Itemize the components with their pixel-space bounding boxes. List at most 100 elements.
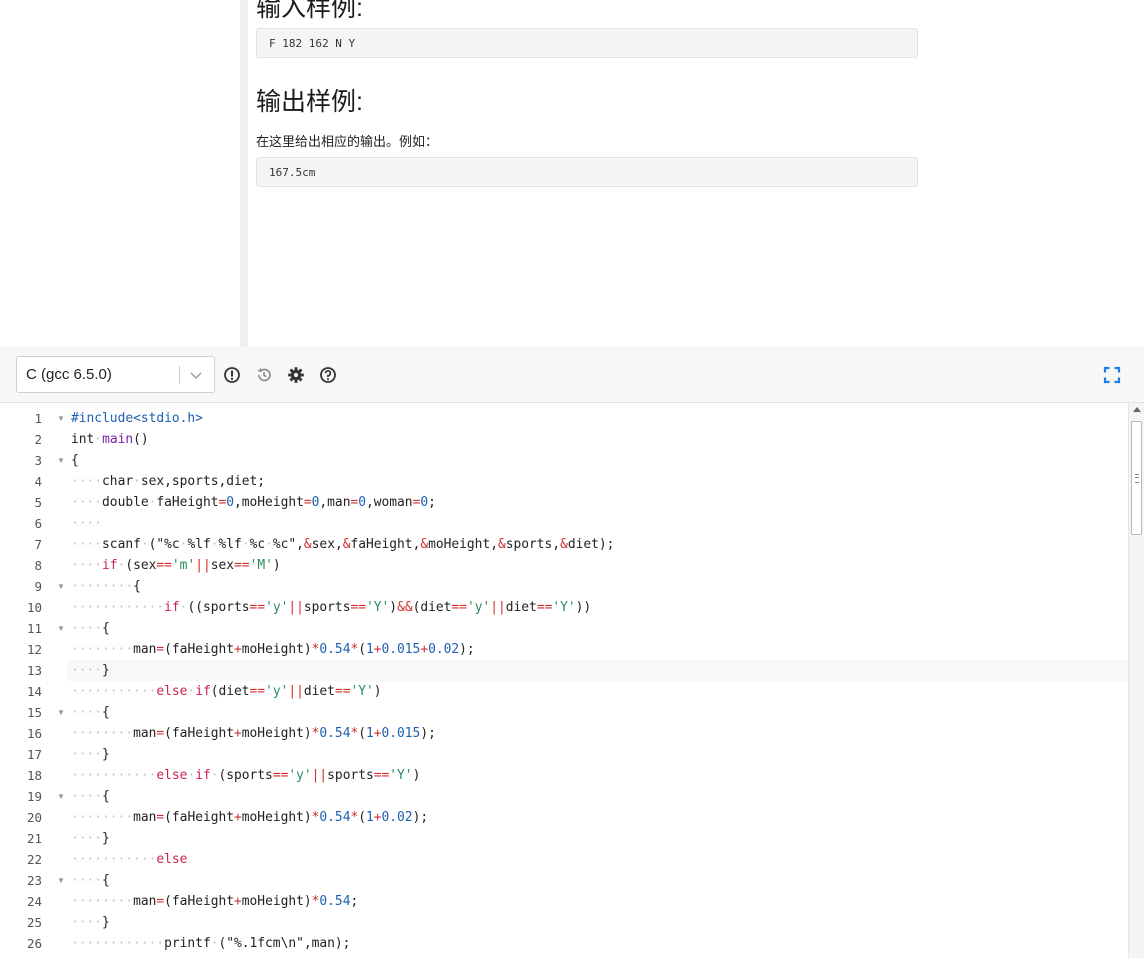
line-number: 4 <box>34 474 42 489</box>
code-text: ····{ <box>71 789 110 804</box>
gear-icon[interactable] <box>287 366 305 384</box>
fold-arrow-icon[interactable]: ▼ <box>57 870 65 891</box>
code-text: ············printf·("%.1fcm\n",man); <box>71 936 351 951</box>
line-number: 10 <box>26 600 42 615</box>
help-icon[interactable] <box>319 366 337 384</box>
code-editor[interactable]: 1 ▼ #include<stdio.h> 2 int·main() 3 ▼ {4 ····ch… <box>0 403 1144 958</box>
fullscreen-icon[interactable] <box>1103 366 1121 384</box>
fold-arrow-icon[interactable]: ▼ <box>57 618 65 639</box>
code-text: ····char·sex,sports,diet; <box>71 474 266 489</box>
line-number: 25 <box>26 915 42 930</box>
editor-scrollbar[interactable] <box>1128 403 1144 958</box>
code-line[interactable]: 22 ···········else <box>0 849 1128 870</box>
code-text: ········man=(faHeight+moHeight)*0.54*(1+… <box>71 642 475 657</box>
code-line[interactable]: 13 ····} <box>0 660 1128 681</box>
code-line[interactable]: 21 ····} <box>0 828 1128 849</box>
code-line[interactable]: 15 ▼ ····{ <box>0 702 1128 723</box>
code-text: ···········else·if·(sports=='y'||sports=… <box>71 768 421 783</box>
line-number: 5 <box>34 495 42 510</box>
line-number: 9 <box>34 579 42 594</box>
output-sample-box: 167.5cm <box>256 157 918 187</box>
code-line[interactable]: 8 ····if·(sex=='m'||sex=='M') <box>0 555 1128 576</box>
language-selected-value: C (gcc 6.5.0) <box>26 366 112 383</box>
code-text: ····double·faHeight=0,moHeight=0,man=0,w… <box>71 495 436 510</box>
code-line[interactable]: 6 ···· <box>0 513 1128 534</box>
line-number: 7 <box>34 537 42 552</box>
input-sample-heading: 输入样例: <box>256 0 363 22</box>
code-text: ············if·((sports=='y'||sports=='Y… <box>71 600 592 615</box>
code-text: ···········else·if(diet=='y'||diet=='Y') <box>71 684 382 699</box>
line-number: 21 <box>26 831 42 846</box>
editor-toolbar: C (gcc 6.5.0) <box>0 347 1144 403</box>
code-text: ····scanf·("%c·%lf·%lf·%c·%c",&sex,&faHe… <box>71 537 615 552</box>
code-line[interactable]: 25 ····} <box>0 912 1128 933</box>
code-text: ····} <box>67 660 1128 681</box>
code-line[interactable]: 4 ····char·sex,sports,diet; <box>0 471 1128 492</box>
line-number: 1 <box>34 411 42 426</box>
line-number: 8 <box>34 558 42 573</box>
code-line[interactable]: 23 ▼ ····{ <box>0 870 1128 891</box>
history-icon[interactable] <box>255 366 273 384</box>
code-line[interactable]: 9 ▼ ········{ <box>0 576 1128 597</box>
fold-arrow-icon[interactable]: ▼ <box>57 576 65 597</box>
code-text: { <box>71 453 79 468</box>
line-number: 20 <box>26 810 42 825</box>
code-text: ····} <box>71 747 110 762</box>
code-line[interactable]: 2 int·main() <box>0 429 1128 450</box>
fold-arrow-icon[interactable]: ▼ <box>57 408 65 429</box>
line-number: 12 <box>26 642 42 657</box>
line-number: 18 <box>26 768 42 783</box>
language-select[interactable]: C (gcc 6.5.0) <box>16 356 215 393</box>
fold-arrow-icon[interactable]: ▼ <box>57 450 65 471</box>
output-sample-heading: 输出样例: <box>256 88 363 116</box>
line-number: 14 <box>26 684 42 699</box>
code-line[interactable]: 20 ········man=(faHeight+moHeight)*0.54*(… <box>0 807 1128 828</box>
line-number: 2 <box>34 432 42 447</box>
line-number: 6 <box>34 516 42 531</box>
line-number: 24 <box>26 894 42 909</box>
code-text: ····{ <box>71 873 110 888</box>
line-number: 16 <box>26 726 42 741</box>
code-line[interactable]: 17 ····} <box>0 744 1128 765</box>
code-line[interactable]: 5 ····double·faHeight=0,moHeight=0,man=0,… <box>0 492 1128 513</box>
code-text: ········man=(faHeight+moHeight)*0.54*(1+… <box>71 726 436 741</box>
code-text: int·main() <box>71 432 149 447</box>
line-number: 11 <box>26 621 42 636</box>
scroll-up-arrow[interactable] <box>1133 407 1141 412</box>
warning-icon[interactable] <box>223 366 241 384</box>
code-line[interactable]: 11 ▼ ····{ <box>0 618 1128 639</box>
code-text: ········man=(faHeight+moHeight)*0.54; <box>71 894 359 909</box>
code-text: ········man=(faHeight+moHeight)*0.54*(1+… <box>71 810 429 825</box>
code-line[interactable]: 26 ············printf·("%.1fcm\n",man); <box>0 933 1128 954</box>
code-line[interactable]: 19 ▼ ····{ <box>0 786 1128 807</box>
code-line[interactable]: 24 ········man=(faHeight+moHeight)*0.54; <box>0 891 1128 912</box>
problem-description: 输入样例: F 182 162 N Y 输出样例: 在这里给出相应的输出。例如：… <box>256 0 920 347</box>
chevron-down-icon[interactable] <box>188 367 204 383</box>
code-line[interactable]: 18 ···········else·if·(sports=='y'||sport… <box>0 765 1128 786</box>
output-sample-description: 在这里给出相应的输出。例如： <box>256 134 439 149</box>
select-separator <box>179 366 180 384</box>
code-line[interactable]: 14 ···········else·if(diet=='y'||diet=='Y… <box>0 681 1128 702</box>
line-number: 13 <box>26 663 42 678</box>
code-text: ····if·(sex=='m'||sex=='M') <box>71 558 281 573</box>
code-text: ····} <box>71 915 110 930</box>
code-text: ···········else <box>71 852 188 867</box>
line-number: 15 <box>26 705 42 720</box>
code-line[interactable]: 16 ········man=(faHeight+moHeight)*0.54*(… <box>0 723 1128 744</box>
line-number: 22 <box>26 852 42 867</box>
code-text: #include<stdio.h> <box>71 411 203 426</box>
fold-arrow-icon[interactable]: ▼ <box>57 702 65 723</box>
line-number: 23 <box>26 873 42 888</box>
line-number: 17 <box>26 747 42 762</box>
panel-divider[interactable] <box>240 0 248 347</box>
code-text: ····} <box>71 831 110 846</box>
scrollbar-thumb[interactable] <box>1131 421 1142 535</box>
code-line[interactable]: 7 ····scanf·("%c·%lf·%lf·%c·%c",&sex,&faH… <box>0 534 1128 555</box>
code-line[interactable]: 1 ▼ #include<stdio.h> <box>0 408 1128 429</box>
code-line[interactable]: 3 ▼ { <box>0 450 1128 471</box>
code-text: ····{ <box>71 705 110 720</box>
code-line[interactable]: 12 ········man=(faHeight+moHeight)*0.54*(… <box>0 639 1128 660</box>
line-number: 3 <box>34 453 42 468</box>
fold-arrow-icon[interactable]: ▼ <box>57 786 65 807</box>
code-line[interactable]: 10 ············if·((sports=='y'||sports==… <box>0 597 1128 618</box>
